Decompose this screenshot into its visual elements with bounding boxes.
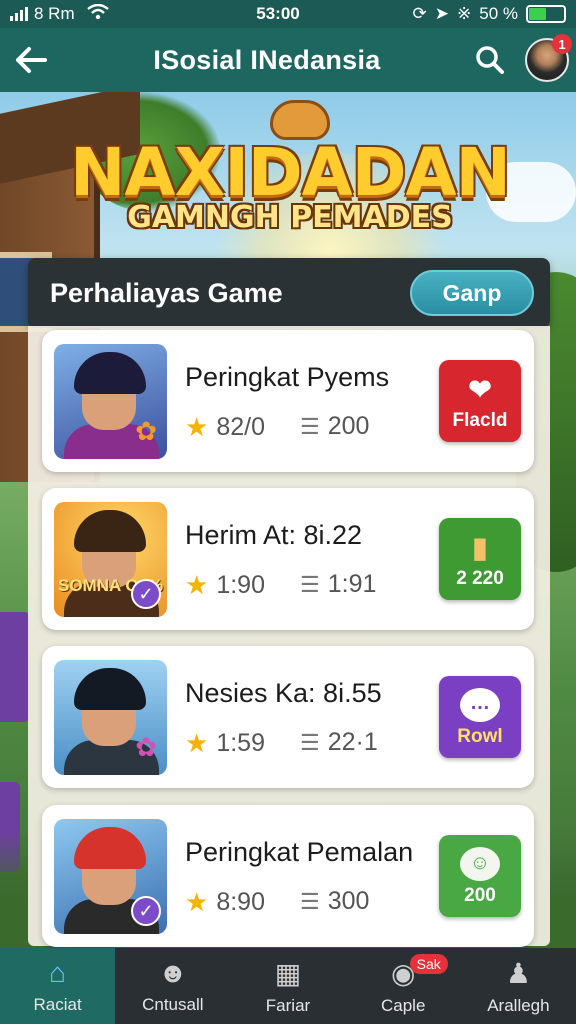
rating: ★ 1:59: [185, 728, 265, 758]
bluetooth-icon: ※: [457, 4, 472, 23]
treasure-chest: [0, 612, 30, 722]
search-label[interactable]: Perhaliayas Game: [50, 278, 410, 309]
search-go-button[interactable]: Ganp: [410, 270, 534, 316]
game-action-button[interactable]: … Rowl: [439, 676, 521, 758]
rating: ★ 8:90: [185, 887, 265, 917]
battery-icon: [526, 5, 566, 23]
nav-label: Raciat: [33, 995, 82, 1014]
rating: ★ 1:90: [185, 570, 265, 600]
game-thumbnail: ✿: [54, 344, 167, 459]
nav-badge: Sak: [409, 954, 448, 974]
page-title: ISosial INedansia: [153, 44, 381, 75]
star-icon: ★: [185, 570, 209, 600]
nav-item-caple[interactable]: ◉ Caple Sak: [346, 948, 461, 1024]
box-icon: ▮: [472, 532, 488, 563]
nav-item-arallegh[interactable]: ♟ Arallegh: [461, 948, 576, 1024]
status-bar: 8 Rm 53:00 ⟳ ➤ ※ 50 %: [0, 0, 576, 28]
player-count: ☰ 200: [300, 412, 370, 440]
logo-subtitle: GAMNGH PEMADES: [127, 200, 453, 235]
carrier-label: 8 Rm: [34, 4, 75, 23]
bottom-navigation: ⌂ Raciat ☻ Cntusall ▦ Fariar ◉ Caple Sak…: [0, 948, 576, 1024]
nav-item-raciat[interactable]: ⌂ Raciat: [0, 948, 116, 1024]
signal-icon: [10, 7, 28, 21]
notification-badge: 1: [552, 34, 572, 54]
nav-label: Fariar: [265, 995, 311, 1015]
stack-icon: ☰: [300, 729, 320, 755]
profile-avatar-button[interactable]: 1: [518, 28, 576, 92]
search-button[interactable]: [462, 28, 518, 92]
game-title: Peringkat Pyems: [185, 362, 390, 392]
game-logo: NAXIDADAN GAMNGH PEMADES: [60, 100, 520, 250]
game-title: Nesies Ka: 8i.55: [185, 678, 382, 708]
check-badge-icon: ✓: [131, 896, 161, 926]
location-icon: ➤: [434, 4, 449, 23]
game-title: Peringkat Pemalan: [185, 837, 414, 867]
home-icon: ⌂: [49, 957, 67, 988]
game-thumbnail: ✿: [54, 660, 167, 775]
star-icon: ★: [185, 412, 209, 442]
player-count: ☰ 22·1: [300, 728, 378, 756]
chat-icon: ☻: [158, 957, 188, 988]
game-action-button[interactable]: ▮ 2 220: [439, 518, 521, 600]
game-thumbnail: SOMNA O1% ✓: [54, 502, 167, 617]
player-count: ☰ 1:91: [300, 570, 377, 598]
flower-icon: ✿: [135, 416, 157, 446]
mascot-icon: ☺: [460, 847, 500, 881]
player-count: ☰ 300: [300, 887, 370, 915]
search-icon: [476, 46, 504, 74]
speech-bubble-icon: …: [460, 688, 500, 722]
bird-icon: ❤: [468, 374, 492, 405]
wifi-icon: [86, 3, 109, 25]
battery-percent: 50 %: [479, 4, 518, 23]
rating: ★ 82/0: [185, 412, 265, 442]
clock: 53:00: [256, 4, 300, 23]
nav-label: Caple: [381, 995, 426, 1015]
list-item[interactable]: SOMNA O1% ✓ Herim At: 8i.22 ★ 1:90 ☰ 1:91 …: [42, 488, 534, 630]
star-icon: ★: [185, 728, 209, 758]
nav-label: Cntusall: [142, 995, 204, 1014]
list-item[interactable]: ✿ Peringkat Pyems ★ 82/0 ☰ 200 ❤ Flacld: [42, 330, 534, 472]
back-button[interactable]: [0, 28, 62, 92]
star-icon: ★: [185, 887, 209, 917]
nav-item-fariar[interactable]: ▦ Fariar: [230, 948, 345, 1024]
nav-item-cntusall[interactable]: ☻ Cntusall: [115, 948, 230, 1024]
game-thumbnail: ✓: [54, 819, 167, 934]
stack-icon: ☰: [300, 571, 320, 597]
grid-icon: ▦: [274, 957, 302, 989]
stack-icon: ☰: [300, 888, 320, 914]
search-panel: Perhaliayas Game Ganp: [28, 258, 550, 328]
game-action-button[interactable]: ☺ 200: [439, 835, 521, 917]
list-item[interactable]: ✓ Peringkat Pemalan ★ 8:90 ☰ 300 ☺ 200: [42, 805, 534, 947]
flower-icon: ✿: [135, 732, 157, 762]
stack-icon: ☰: [300, 413, 320, 439]
back-arrow-icon: [16, 47, 47, 73]
list-item[interactable]: ✿ Nesies Ka: 8i.55 ★ 1:59 ☰ 22·1 … Rowl: [42, 646, 534, 788]
nav-label: Arallegh: [487, 995, 550, 1015]
check-badge-icon: ✓: [131, 579, 161, 609]
sync-icon: ⟳: [412, 4, 427, 23]
game-title: Herim At: 8i.22: [185, 520, 363, 550]
game-action-button[interactable]: ❤ Flacld: [439, 360, 521, 442]
profile-icon: ♟: [505, 957, 531, 989]
app-bar: ISosial INedansia 1: [0, 28, 576, 92]
